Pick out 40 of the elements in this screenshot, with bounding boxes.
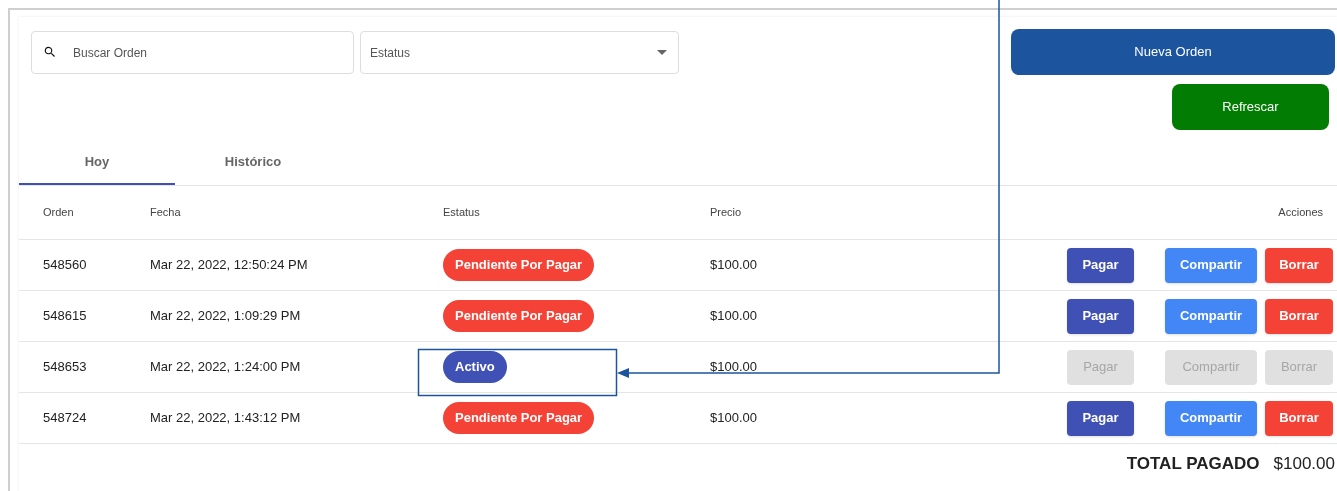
total-value: $100.00 <box>1273 453 1335 476</box>
tab[interactable]: Hoy <box>19 140 175 185</box>
table-cell-text: Mar 22, 2022, 1:24:00 PM <box>150 358 302 377</box>
status-select[interactable]: Estatus <box>360 31 679 74</box>
share-button[interactable]: Compartir <box>1165 247 1257 283</box>
status-badge: Pendiente Por Pagar <box>443 249 595 281</box>
table-cell-text: $100.00 <box>710 307 758 326</box>
table-cell-text: 548724 <box>43 409 88 428</box>
total-label: TOTAL PAGADO <box>1126 453 1260 476</box>
table-cell-text: $100.00 <box>710 409 758 428</box>
refresh-button[interactable]: Refrescar <box>1172 84 1329 130</box>
pay-button[interactable]: Pagar <box>1067 400 1134 436</box>
column-header: Acciones <box>1278 205 1323 221</box>
delete-button[interactable]: Borrar <box>1265 298 1333 334</box>
table-cell-text: Mar 22, 2022, 12:50:24 PM <box>150 256 309 275</box>
status-badge: Activo <box>443 351 507 383</box>
table-cell-text: 548560 <box>43 256 88 275</box>
new-order-button[interactable]: Nueva Orden <box>1011 29 1335 75</box>
tab[interactable]: Histórico <box>175 140 331 185</box>
share-button[interactable]: Compartir <box>1165 298 1257 334</box>
search-icon <box>43 45 57 59</box>
delete-button[interactable]: Borrar <box>1265 400 1333 436</box>
status-badge: Pendiente Por Pagar <box>443 300 595 332</box>
delete-button[interactable]: Borrar <box>1265 247 1333 283</box>
table-cell-text: Mar 22, 2022, 1:09:29 PM <box>150 307 302 326</box>
table-cell-text: $100.00 <box>710 256 758 275</box>
search-field[interactable]: Buscar Orden <box>31 31 354 74</box>
column-header: Estatus <box>443 205 481 221</box>
column-header: Precio <box>710 205 743 221</box>
table-cell-text: 548615 <box>43 307 88 326</box>
table-cell-text: 548653 <box>43 358 88 377</box>
column-header: Fecha <box>150 205 182 221</box>
table-cell-text: Mar 22, 2022, 1:43:12 PM <box>150 409 302 428</box>
dropdown-caret-icon <box>657 50 667 55</box>
pay-button[interactable]: Pagar <box>1067 298 1134 334</box>
column-header: Orden <box>43 205 75 221</box>
table-cell-text: $100.00 <box>710 358 758 377</box>
status-badge: Pendiente Por Pagar <box>443 402 595 434</box>
share-button[interactable]: Compartir <box>1165 400 1257 436</box>
pay-button[interactable]: Pagar <box>1067 247 1134 283</box>
